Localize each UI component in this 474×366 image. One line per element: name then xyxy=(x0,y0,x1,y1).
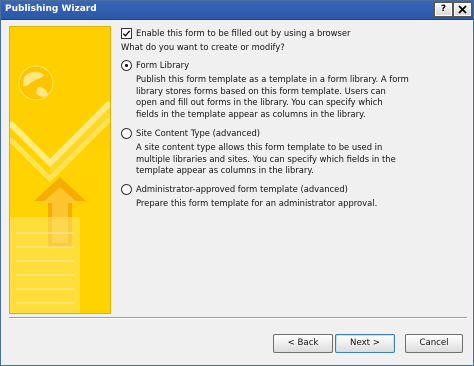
admin-approved-desc-line: Prepare this form template for an admini… xyxy=(136,198,378,208)
footer-separator xyxy=(9,317,467,319)
site-content-type-radio[interactable] xyxy=(121,128,132,139)
form-library-desc-line: library stores forms based on this form … xyxy=(136,85,386,96)
wizard-illustration xyxy=(9,26,111,314)
radio-selected-dot xyxy=(125,64,128,67)
close-button[interactable] xyxy=(453,2,472,17)
site-content-desc-line: A site content type allows this form tem… xyxy=(136,142,383,152)
admin-approved-label: Administrator-approved form template (ad… xyxy=(136,184,348,194)
globe-icon xyxy=(18,65,54,101)
enable-browser-label: Enable this form to be filled out by usi… xyxy=(136,28,351,38)
cancel-button[interactable]: Cancel xyxy=(405,334,463,353)
title-bar: Publishing Wizard ? xyxy=(1,1,473,20)
window-title: Publishing Wizard xyxy=(5,4,97,14)
enable-browser-checkbox[interactable] xyxy=(121,28,132,39)
form-library-radio[interactable] xyxy=(121,60,132,71)
form-library-desc-line: fields in the template appear as columns… xyxy=(136,108,366,119)
admin-approved-radio[interactable] xyxy=(121,184,132,195)
site-content-desc-line: multiple libraries and sites. You can sp… xyxy=(136,153,396,164)
form-library-desc-line: open and fill out forms in the library. … xyxy=(136,97,383,107)
question-text: What do you want to create or modify? xyxy=(121,42,285,52)
form-library-description: Publish this form template as a template… xyxy=(136,74,409,120)
back-button[interactable]: < Back xyxy=(273,334,333,353)
admin-approved-description: Prepare this form template for an admini… xyxy=(136,198,377,210)
form-library-label: Form Library xyxy=(136,60,190,70)
site-content-type-description: A site content type allows this form tem… xyxy=(136,142,396,177)
publishing-wizard-dialog: Publishing Wizard ? Enable this form to … xyxy=(0,0,474,366)
wizard-illustration-graphic xyxy=(10,27,110,313)
site-content-desc-line: template appear as columns in the librar… xyxy=(136,165,314,175)
checkmark-icon xyxy=(122,30,131,37)
close-icon xyxy=(458,5,467,14)
form-library-desc-line: Publish this form template as a template… xyxy=(136,74,409,84)
site-content-type-label: Site Content Type (advanced) xyxy=(136,128,261,138)
next-button[interactable]: Next > xyxy=(335,334,395,353)
wizard-content: Enable this form to be filled out by usi… xyxy=(121,26,466,316)
help-button[interactable]: ? xyxy=(434,2,453,17)
